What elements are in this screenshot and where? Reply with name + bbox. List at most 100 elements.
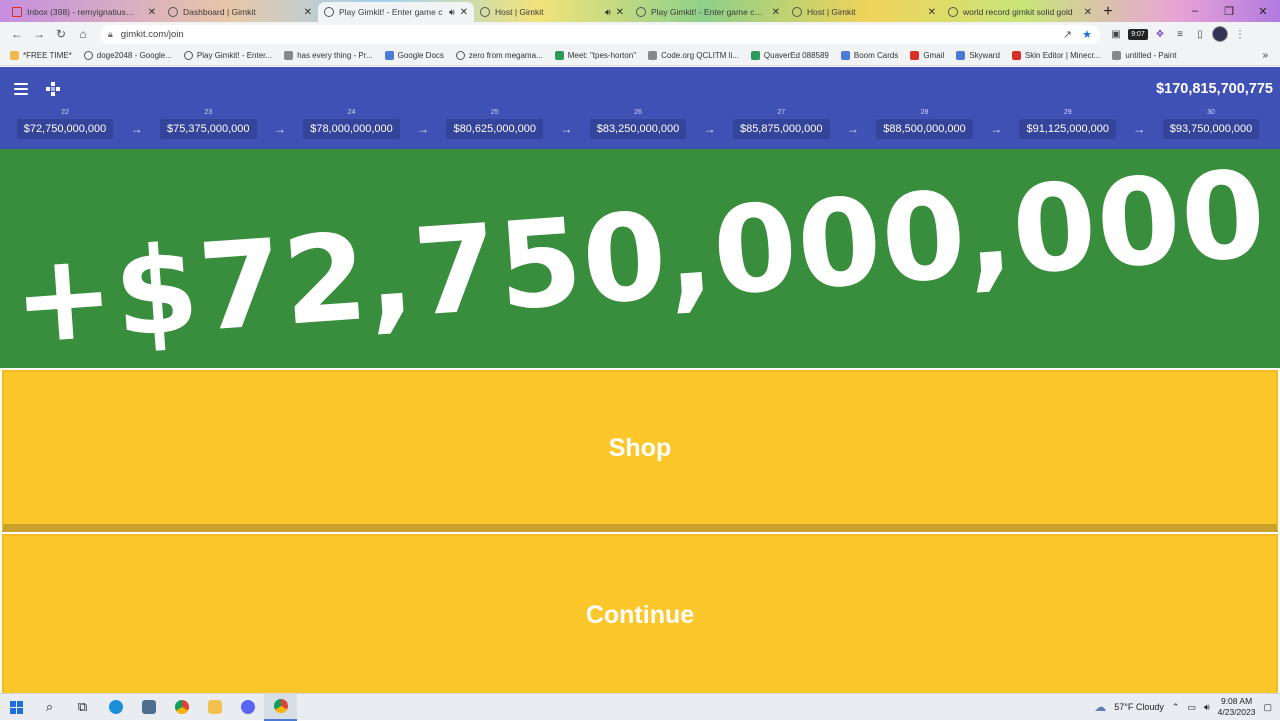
task-view-icon[interactable]: ⧉	[66, 694, 99, 721]
timer-badge[interactable]: 9:07	[1128, 28, 1148, 40]
level-number: 23	[204, 109, 213, 116]
bookmark-label: Boom Cards	[853, 51, 899, 60]
arrow-right-icon: →	[1133, 122, 1146, 136]
arrow-right-icon: →	[273, 122, 286, 136]
continue-label: Continue	[585, 600, 695, 629]
browser-tab[interactable]: Host | Gimkit 🔊︎ ✕	[474, 2, 630, 22]
back-icon[interactable]: ←	[6, 23, 28, 45]
close-tab-icon[interactable]: ✕	[148, 7, 156, 18]
extensions-area: ▣ 9:07 ❖ ≡ ▯ ⋮	[1108, 26, 1248, 42]
level-value: $72,750,000,000	[16, 119, 114, 139]
close-window-icon[interactable]: ✕	[1246, 0, 1280, 22]
level-number: 27	[777, 109, 786, 116]
gimkit-logo-icon[interactable]	[46, 82, 60, 96]
puzzle-icon[interactable]: ❖	[1152, 26, 1168, 42]
tab-audio-icon[interactable]: 🔊︎	[449, 7, 455, 18]
shop-label: Shop	[608, 433, 672, 462]
restore-icon[interactable]: ❐	[1212, 0, 1246, 22]
bookmark-item[interactable]: Skin Editor | Minecr...	[1011, 51, 1101, 60]
bookmark-item[interactable]: Play Gimkit! - Enter...	[183, 51, 272, 60]
close-tab-icon[interactable]: ✕	[772, 7, 780, 18]
gimkit-icon	[168, 7, 178, 17]
chrome-active-icon[interactable]	[264, 693, 297, 721]
close-tab-icon[interactable]: ✕	[928, 7, 936, 18]
close-tab-icon[interactable]: ✕	[460, 7, 468, 18]
bookmark-item[interactable]: *FREE TIME*	[10, 51, 72, 60]
file-explorer-icon[interactable]	[198, 694, 231, 721]
network-icon[interactable]: ▭	[1187, 702, 1196, 713]
bookmark-item[interactable]: Gmail	[910, 51, 944, 60]
level-value: $75,375,000,000	[159, 119, 257, 139]
clock[interactable]: 9:08 AM 4/23/2023	[1218, 696, 1256, 718]
bookmark-item[interactable]: has every thing - Pr...	[284, 51, 373, 60]
continue-button[interactable]: Continue	[2, 534, 1278, 694]
bookmark-favicon	[840, 51, 850, 60]
weather-cloud-icon: ☁	[1094, 700, 1107, 714]
level-value: $88,500,000,000	[876, 119, 973, 139]
reload-icon[interactable]: ↻	[50, 23, 72, 45]
new-tab-button[interactable]: +	[1098, 2, 1118, 22]
profile-avatar[interactable]	[1212, 26, 1228, 42]
bookmarks-overflow-button[interactable]: »	[1262, 50, 1268, 61]
edge-browser-icon[interactable]	[99, 694, 132, 721]
browser-tab[interactable]: Inbox (398) - remyignatius@gm ✕	[6, 2, 162, 22]
bookmark-favicon	[455, 51, 465, 60]
chrome-icon[interactable]	[165, 694, 198, 721]
menu-dots-icon[interactable]: ⋮	[1232, 26, 1248, 42]
bookmark-item[interactable]: untitled - Paint	[1112, 51, 1176, 60]
bookmark-favicon	[956, 51, 966, 60]
bookmark-label: zero from megama...	[468, 51, 543, 60]
browser-tab[interactable]: Play Gimkit! - Enter game c 🔊︎ ✕	[318, 2, 474, 22]
bookmark-label: doge2048 - Google...	[96, 51, 172, 60]
tab-audio-icon[interactable]: 🔊︎	[605, 7, 611, 18]
start-windows-icon[interactable]	[0, 694, 33, 721]
level-step: 30 $93,750,000,000	[1151, 107, 1271, 143]
bookmark-label: has every thing - Pr...	[297, 51, 373, 60]
share-icon[interactable]: ↗	[1063, 28, 1072, 41]
bookmark-item[interactable]: Google Docs	[384, 51, 444, 60]
search-icon[interactable]: ⌕	[33, 694, 66, 721]
bookmark-item[interactable]: doge2048 - Google...	[83, 51, 172, 60]
tab-title: Host | Gimkit	[495, 7, 544, 17]
weather-text[interactable]: 57°F Cloudy	[1114, 702, 1164, 712]
home-icon[interactable]: ⌂	[72, 23, 94, 45]
browser-tab[interactable]: Host | Gimkit ✕	[786, 2, 942, 22]
bookmark-star-icon[interactable]: ★	[1082, 28, 1092, 41]
tray-overflow-icon[interactable]: ⌃	[1172, 702, 1180, 713]
close-tab-icon[interactable]: ✕	[1084, 7, 1092, 18]
level-number: 24	[347, 109, 356, 116]
volume-icon[interactable]: 🔊︎	[1204, 702, 1210, 713]
level-value: $85,875,000,000	[732, 119, 830, 139]
level-value: $93,750,000,000	[1162, 119, 1260, 139]
browser-tab[interactable]: Play Gimkit! - Enter game code ✕	[630, 2, 786, 22]
media-queue-icon[interactable]: ≡	[1172, 26, 1188, 42]
bookmark-item[interactable]: zero from megama...	[455, 51, 543, 60]
forward-icon[interactable]: →	[28, 23, 50, 45]
shop-button[interactable]: Shop	[2, 370, 1278, 532]
sidepanel-icon[interactable]: ▯	[1192, 26, 1208, 42]
earnings-amount: +$72,750,000,000	[9, 149, 1271, 368]
tab-title: Play Gimkit! - Enter game c	[339, 7, 443, 17]
discord-icon[interactable]	[231, 694, 264, 721]
notifications-icon[interactable]: ▢	[1263, 702, 1272, 713]
browser-tab[interactable]: Dashboard | Gimkit ✕	[162, 2, 318, 22]
bookmark-favicon	[284, 51, 294, 60]
bookmark-item[interactable]: Meet: "tpes-horton"	[554, 51, 636, 60]
bookmark-label: Google Docs	[397, 51, 444, 60]
close-tab-icon[interactable]: ✕	[616, 7, 624, 18]
calculator-icon[interactable]	[132, 694, 165, 721]
bookmark-item[interactable]: QuaverEd 088589	[750, 51, 829, 60]
minimize-icon[interactable]: –	[1178, 0, 1212, 22]
level-step: 26 $83,250,000,000	[578, 107, 698, 143]
bookmark-item[interactable]: Skyward	[956, 51, 1000, 60]
extension-icon[interactable]: ▣	[1108, 26, 1124, 42]
url-text: gimkit.com/join	[120, 28, 184, 40]
close-tab-icon[interactable]: ✕	[304, 7, 312, 18]
bookmark-item[interactable]: Code.org QCLITM li...	[648, 51, 739, 60]
earnings-banner: +$72,750,000,000	[0, 149, 1280, 368]
url-input[interactable]: 🔒︎ gimkit.com/join ↗ ★	[100, 24, 1100, 44]
bookmark-label: Skin Editor | Minecr...	[1024, 51, 1101, 60]
browser-tab[interactable]: world record gimkit solid gold ✕	[942, 2, 1098, 22]
bookmark-item[interactable]: Boom Cards	[840, 51, 899, 60]
menu-icon[interactable]	[14, 83, 28, 95]
